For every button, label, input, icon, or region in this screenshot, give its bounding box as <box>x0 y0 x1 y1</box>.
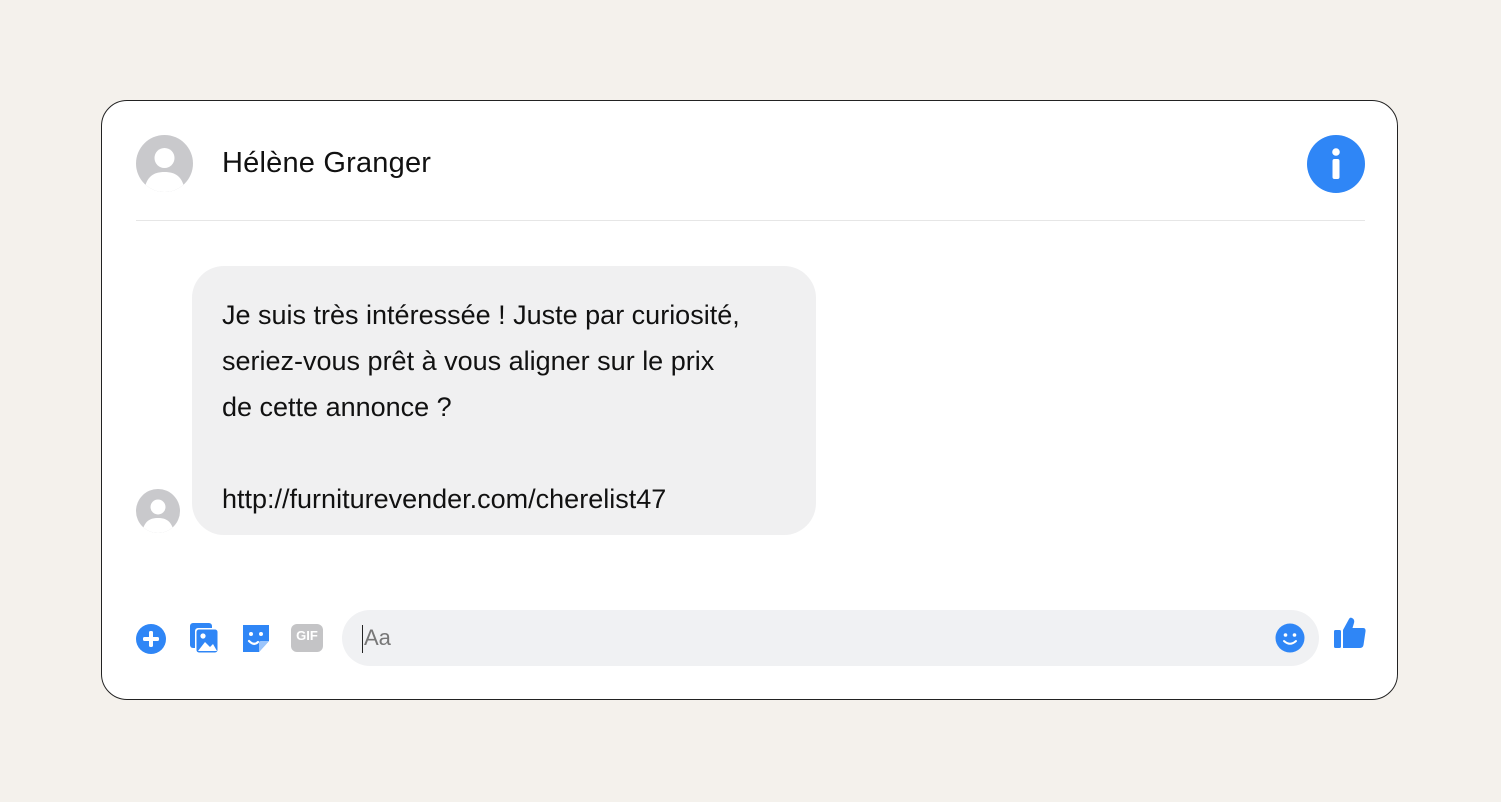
message-text-line: de cette annonce ? <box>222 392 452 422</box>
user-silhouette-icon <box>142 499 174 533</box>
message-input[interactable]: Aa <box>342 610 1319 666</box>
message-text-line: seriez-vous prêt à vous aligner sur le p… <box>222 346 715 376</box>
info-icon <box>1332 148 1340 179</box>
message-text-line: Je suis très intéressée ! Juste par curi… <box>222 300 740 330</box>
gif-label: GIF <box>296 628 318 643</box>
info-button[interactable] <box>1307 135 1365 193</box>
sticker-button[interactable] <box>239 621 273 660</box>
message-avatar <box>136 489 180 533</box>
emoji-icon <box>1275 623 1305 653</box>
thumbs-up-icon <box>1334 617 1366 648</box>
plus-icon <box>136 624 166 654</box>
message-spacer <box>222 430 786 476</box>
message-bubble: Je suis très intéressée ! Juste par curi… <box>192 266 816 535</box>
user-silhouette-icon <box>144 148 185 192</box>
contact-name: Hélène Granger <box>222 147 432 179</box>
sticker-icon <box>243 625 269 652</box>
contact-avatar[interactable] <box>136 135 193 192</box>
emoji-button[interactable] <box>1275 623 1305 653</box>
message-input-placeholder: Aa <box>364 625 391 650</box>
header-divider <box>136 220 1365 221</box>
photo-button[interactable] <box>187 621 221 660</box>
text-caret <box>362 625 363 653</box>
chat-window: Hélène Granger Je suis très intéressée !… <box>101 100 1398 700</box>
like-button[interactable] <box>1332 615 1368 656</box>
gif-button[interactable]: GIF <box>290 623 324 658</box>
more-actions-button[interactable] <box>135 623 167 660</box>
photo-icon <box>190 623 219 654</box>
message-link[interactable]: http://furniturevender.com/cherelist47 <box>222 476 786 522</box>
